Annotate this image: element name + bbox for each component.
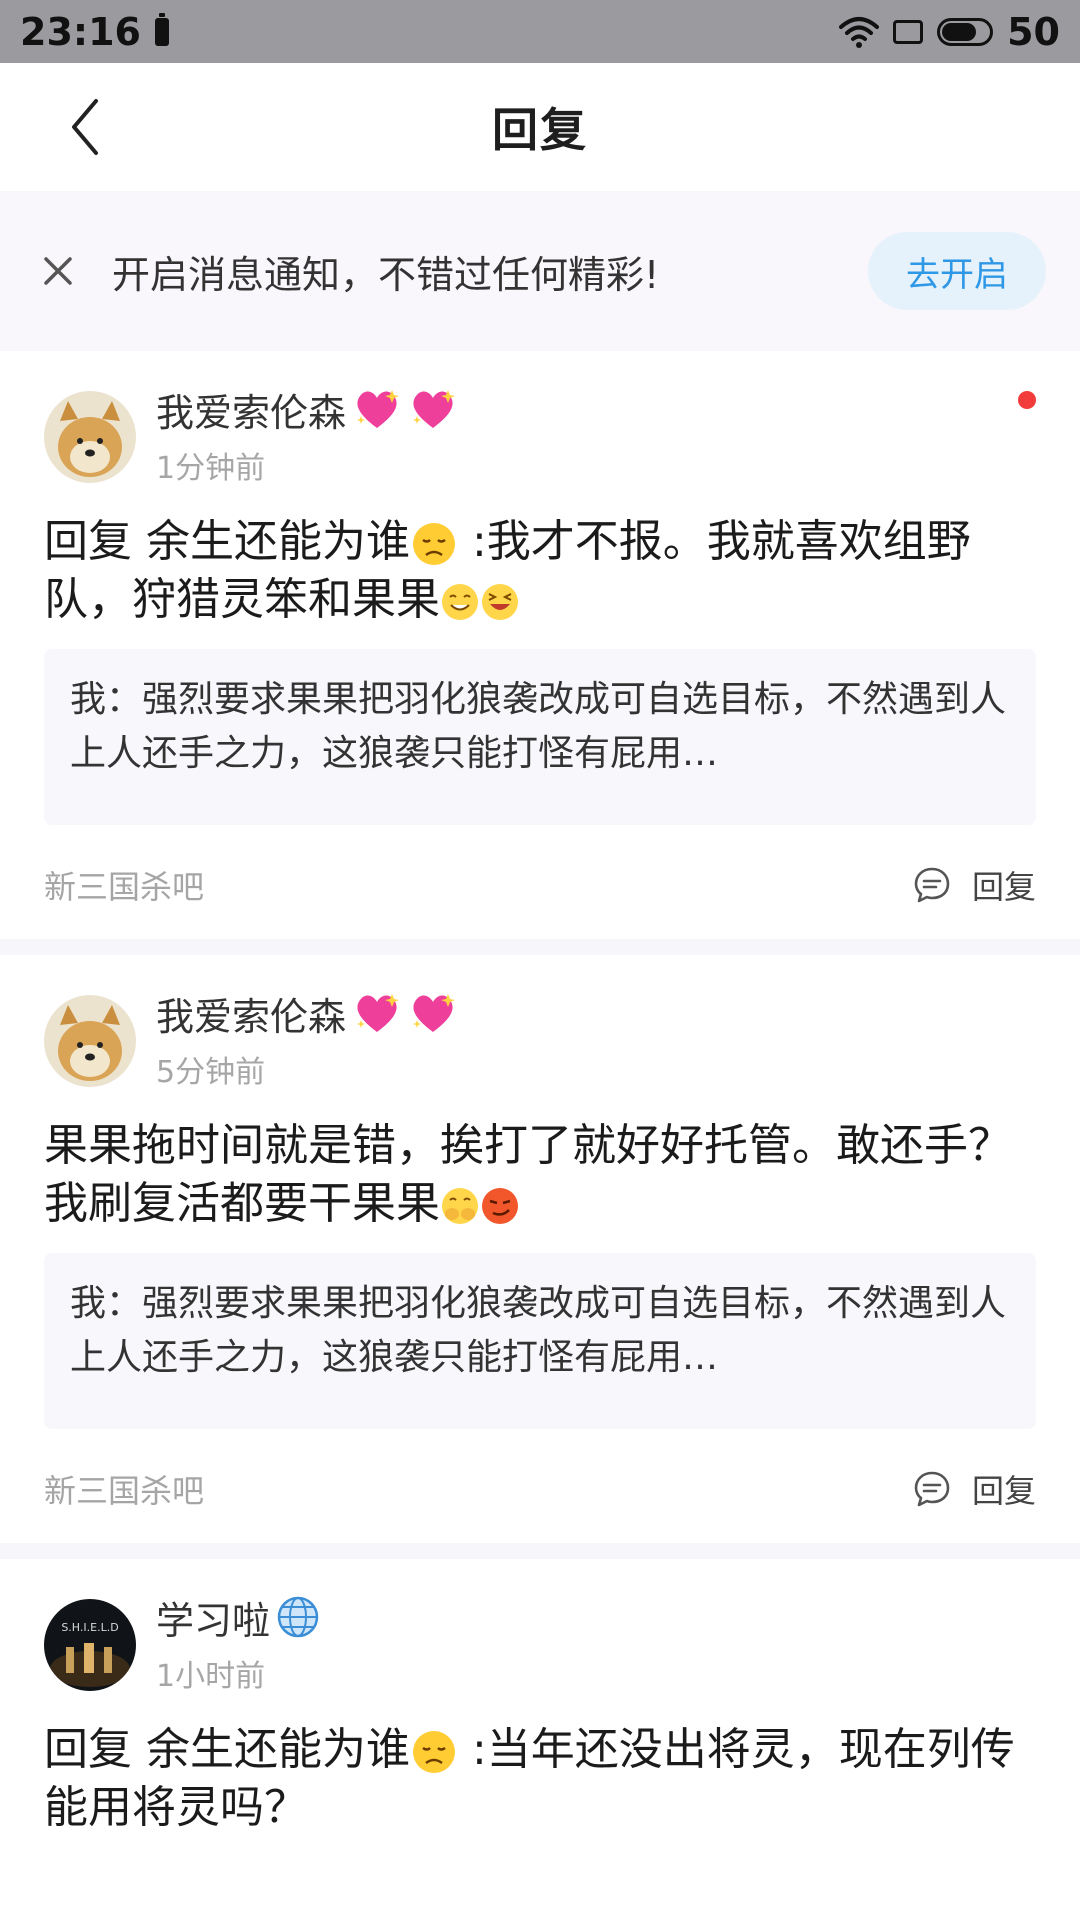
smirk-face-icon <box>482 1188 518 1224</box>
comment-icon <box>914 1471 950 1507</box>
reply-label: 回复 <box>971 1472 1036 1510</box>
status-right: 50 <box>839 10 1060 54</box>
disappointed-face-icon <box>413 523 455 565</box>
card-header: 我爱索伦森 1分钟前 <box>44 381 1036 487</box>
wifi-icon <box>839 16 880 48</box>
status-left: 23:16 <box>20 10 169 54</box>
reply-body: 果果拖时间就是错，挨打了就好好托管。敢还手？我刷复活都要干果果 <box>44 1120 1012 1229</box>
reply-feed: 我爱索伦森 1分钟前 回复 余生还能为谁 :我才不报。我就喜欢组野队，狩猎灵笨和… <box>0 351 1080 1861</box>
forum-name[interactable]: 新三国杀吧 <box>44 1466 204 1512</box>
card-footer: 新三国杀吧 回复 <box>44 855 1036 915</box>
sparkling-heart-icon <box>413 994 456 1032</box>
card-footer: 新三国杀吧 回复 <box>44 1459 1036 1519</box>
svg-text:S.H.I.E.L.D: S.H.I.E.L.D <box>61 1621 118 1634</box>
reply-card[interactable]: 我爱索伦森 1分钟前 回复 余生还能为谁 :我才不报。我就喜欢组野队，狩猎灵笨和… <box>0 351 1080 939</box>
avatar[interactable]: S.H.I.E.L.D <box>44 1599 136 1691</box>
chevron-left-icon[interactable] <box>64 97 110 157</box>
navbar: 回复 <box>0 63 1080 191</box>
page-title: 回复 <box>492 103 588 157</box>
battery-fill <box>942 22 977 41</box>
divider <box>0 939 1080 955</box>
sparkling-heart-icon <box>357 390 400 428</box>
status-bar: 23:16 50 <box>0 0 1080 63</box>
avatar[interactable] <box>44 391 136 483</box>
hand-over-mouth-icon <box>442 1188 478 1224</box>
notification-banner: 开启消息通知，不错过任何精彩! 去开启 <box>0 191 1080 351</box>
timestamp: 5分钟前 <box>156 1055 266 1090</box>
forum-name[interactable]: 新三国杀吧 <box>44 862 204 908</box>
sparkling-heart-icon <box>413 390 456 428</box>
globe-icon <box>277 1596 319 1638</box>
user-meta: 我爱索伦森 1分钟前 <box>156 381 458 487</box>
username-row: 我爱索伦森 <box>156 985 458 1041</box>
reply-card[interactable]: 我爱索伦森 5分钟前 果果拖时间就是错，挨打了就好好托管。敢还手？我刷复活都要干… <box>0 955 1080 1543</box>
sparkling-heart-icon <box>357 994 400 1032</box>
user-meta: 我爱索伦森 5分钟前 <box>156 985 458 1091</box>
battery-icon <box>937 17 994 46</box>
smiling-face-icon <box>442 584 478 620</box>
reply-label: 回复 <box>971 868 1036 906</box>
comment-icon <box>914 867 950 903</box>
reply-button[interactable]: 回复 <box>912 862 1036 908</box>
quoted-post[interactable]: 我：强烈要求果果把羽化狼袭改成可自选目标，不然遇到人上人还手之力，这狼袭只能打怪… <box>44 649 1036 825</box>
card-header: 我爱索伦森 5分钟前 <box>44 985 1036 1091</box>
reply-button[interactable]: 回复 <box>912 1466 1036 1512</box>
username-row: 我爱索伦森 <box>156 381 458 437</box>
avatar[interactable] <box>44 995 136 1087</box>
grinning-squint-icon <box>482 584 518 620</box>
disappointed-face-icon <box>413 1731 455 1773</box>
quoted-post[interactable]: 我：强烈要求果果把羽化狼袭改成可自选目标，不然遇到人上人还手之力，这狼袭只能打怪… <box>44 1253 1036 1429</box>
battery-small-icon <box>154 12 169 46</box>
notice-text: 开启消息通知，不错过任何精彩! <box>112 252 660 297</box>
screen-icon <box>893 19 924 44</box>
timestamp: 1分钟前 <box>156 451 266 486</box>
username-row: 学习啦 <box>156 1589 320 1645</box>
card-header: S.H.I.E.L.D 学习啦 1小时前 <box>44 1589 1036 1695</box>
reply-card[interactable]: S.H.I.E.L.D 学习啦 1小时前 回复 余生还能为谁 :当年还没出将灵，… <box>0 1559 1080 1861</box>
reply-text: 回复 余生还能为谁 :我才不报。我就喜欢组野队，狩猎灵笨和果果 <box>44 513 1036 629</box>
unread-dot <box>1018 391 1036 409</box>
divider <box>0 1543 1080 1559</box>
reply-prefix: 回复 余生还能为谁 <box>44 516 410 567</box>
timestamp: 1小时前 <box>156 1659 266 1694</box>
username[interactable]: 我爱索伦森 <box>156 986 346 1041</box>
enable-notifications-button[interactable]: 去开启 <box>868 232 1046 310</box>
user-meta: 学习啦 1小时前 <box>156 1589 320 1695</box>
close-icon[interactable] <box>38 251 78 291</box>
battery-level: 50 <box>1007 9 1060 54</box>
reply-prefix: 回复 余生还能为谁 <box>44 1724 410 1775</box>
status-time: 23:16 <box>20 9 141 54</box>
username[interactable]: 学习啦 <box>156 1590 270 1645</box>
reply-text: 回复 余生还能为谁 :当年还没出将灵，现在列传能用将灵吗？ <box>44 1721 1036 1837</box>
reply-text: 果果拖时间就是错，挨打了就好好托管。敢还手？我刷复活都要干果果 <box>44 1117 1036 1233</box>
username[interactable]: 我爱索伦森 <box>156 382 346 437</box>
